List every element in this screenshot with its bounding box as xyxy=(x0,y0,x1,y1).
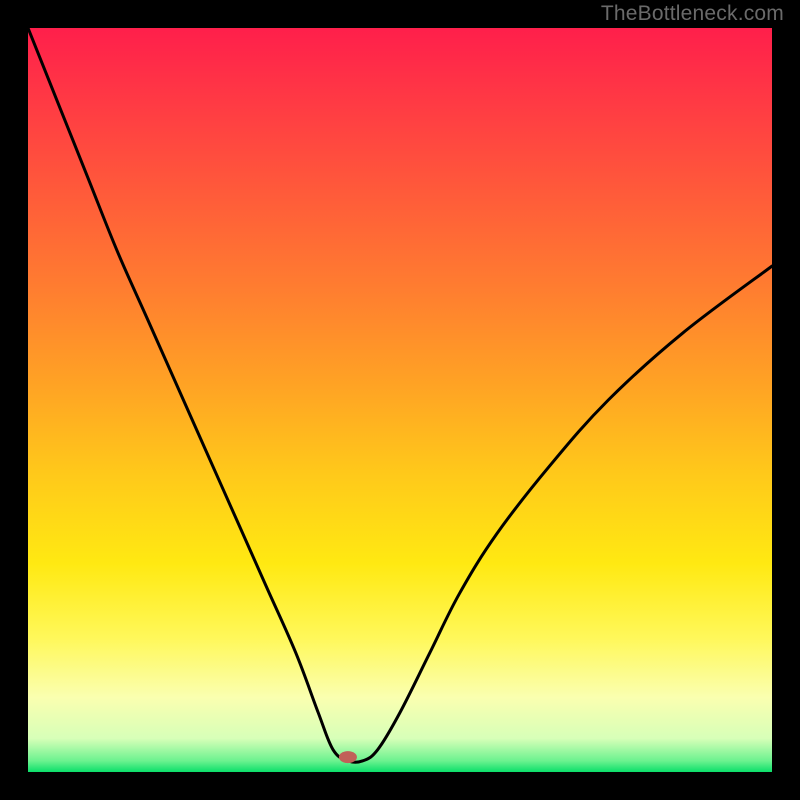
gradient-background xyxy=(28,28,772,772)
plot-area xyxy=(28,28,772,772)
chart-svg xyxy=(28,28,772,772)
watermark-text: TheBottleneck.com xyxy=(601,2,784,26)
chart-frame: TheBottleneck.com xyxy=(0,0,800,800)
optimum-marker xyxy=(339,751,357,763)
